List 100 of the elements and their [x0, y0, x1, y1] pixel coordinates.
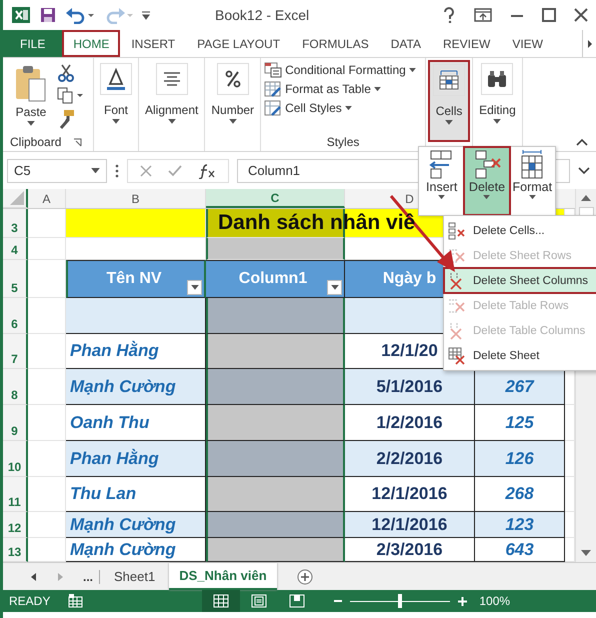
group-dropdown-button[interactable]: Number [208, 61, 258, 136]
collapse-ribbon-icon[interactable] [576, 138, 588, 146]
styles-menu-button[interactable]: Format as Table [264, 81, 422, 97]
caret-icon [445, 120, 454, 125]
group-dropdown-button[interactable]: Font [97, 61, 135, 136]
caret-icon [493, 119, 502, 124]
check-icon[interactable] [168, 164, 182, 176]
filter-button[interactable] [327, 280, 342, 295]
ribbon-tab[interactable]: FILE [3, 30, 62, 57]
column-header[interactable]: A [28, 189, 66, 208]
close-icon[interactable] [574, 8, 588, 22]
grid-cell [565, 405, 575, 441]
row-number[interactable]: 4 [3, 238, 28, 260]
delete-cells-icon [448, 222, 466, 240]
row-number[interactable]: 13 [3, 538, 28, 562]
sheet-tab[interactable]: Sheet1 [104, 563, 166, 590]
filter-button[interactable] [187, 280, 202, 295]
row-number[interactable]: 10 [3, 441, 28, 477]
up-arrow-icon[interactable] [581, 195, 591, 201]
row-number[interactable]: 7 [3, 334, 28, 369]
page-break-icon [289, 594, 306, 608]
caret-icon [27, 121, 35, 126]
more-icon [115, 164, 119, 178]
caret-icon [408, 68, 416, 72]
table-cell: 5/1/2016 [345, 369, 475, 405]
ribbon-button[interactable]: Editing [476, 61, 519, 141]
name-box[interactable]: C5 [7, 158, 107, 182]
table-cell: Mạnh Cường [66, 369, 206, 405]
binoculars-icon [486, 69, 508, 89]
corner-triangle-icon [10, 191, 24, 205]
zoom-in-icon[interactable] [458, 596, 468, 606]
sheet-tab[interactable]: DS_Nhân viên [169, 563, 277, 590]
header-label: Ngày b [382, 270, 436, 288]
percent-icon [222, 69, 243, 89]
ribbon-tab[interactable]: DATA [380, 30, 432, 57]
ribbon-tab[interactable]: PAGE LAYOUT [186, 30, 292, 57]
caret-icon [344, 106, 352, 110]
zoom-level[interactable]: 100% [479, 594, 510, 608]
page-layout-icon [251, 594, 268, 608]
row-number[interactable]: 5 [3, 260, 28, 298]
view-button[interactable] [202, 590, 240, 612]
maximize-icon[interactable] [542, 8, 556, 22]
cell-styles-icon [264, 100, 282, 116]
zoom-out-icon[interactable] [334, 597, 342, 605]
ribbon-tab[interactable]: REVIEW [432, 30, 502, 57]
ribbon-tab[interactable]: FORMULAS [291, 30, 380, 57]
ribbon-display-icon[interactable] [474, 8, 492, 22]
save-icon[interactable] [39, 6, 57, 24]
ribbon-tab[interactable]: VIEW [501, 30, 554, 57]
dialog-launcher-icon[interactable] [73, 138, 82, 146]
caret-icon [112, 119, 120, 124]
row-number[interactable]: 12 [3, 512, 28, 538]
caret-icon [374, 86, 381, 92]
undo-icon[interactable] [65, 6, 95, 24]
select-all-button[interactable] [3, 189, 28, 208]
row-number[interactable]: 6 [3, 298, 28, 334]
table-cell: 643 [475, 538, 565, 562]
grid-icon [213, 594, 230, 608]
group-dropdown-button[interactable]: Alignment [142, 61, 202, 136]
expand-icon[interactable] [578, 166, 590, 174]
table-cell: 268 [475, 477, 565, 512]
menu-item[interactable]: Delete Cells... [444, 218, 596, 243]
copy-icon[interactable] [56, 87, 84, 105]
row-number[interactable]: 9 [3, 405, 28, 441]
grid-cell [565, 441, 575, 477]
ribbon-tab[interactable]: INSERT [120, 30, 186, 57]
caret-icon [91, 168, 100, 174]
row-number[interactable]: 11 [3, 477, 28, 512]
table-cell: Phan Hằng [66, 441, 206, 477]
styles-menu-button[interactable]: Conditional Formatting [264, 62, 422, 78]
styles-menu-button[interactable]: Cell Styles [264, 100, 422, 116]
column-header[interactable]: C [206, 189, 345, 208]
table-cell: 12/1/2016 [345, 512, 475, 538]
grid-cell [28, 334, 66, 369]
row-number[interactable]: 8 [3, 369, 28, 405]
table-cell: Thu Lan [66, 477, 206, 512]
paste-button[interactable]: Paste [10, 61, 52, 133]
header-label: Column1 [238, 270, 308, 288]
new-sheet-icon[interactable] [296, 568, 313, 584]
row-number[interactable]: 3 [3, 209, 28, 238]
group-label: Styles [326, 135, 360, 149]
table-style-icon [264, 81, 282, 97]
down-arrow-icon[interactable] [581, 550, 591, 556]
function-icon[interactable] [198, 162, 216, 178]
more-sheets-button[interactable]: ... [83, 570, 100, 584]
scissors-icon[interactable] [56, 63, 76, 83]
ribbon-button[interactable]: Cells [429, 61, 470, 141]
slider-thumb[interactable] [398, 594, 402, 608]
previous-sheet-icon[interactable] [31, 572, 37, 580]
ribbon-tab[interactable]: HOME [62, 30, 120, 57]
window-title: Book12 - Excel [215, 7, 310, 23]
caret-icon [528, 195, 536, 200]
grid-cell [28, 405, 66, 441]
grid-cell [28, 441, 66, 477]
menu-item[interactable]: Delete Sheet Columns [444, 268, 596, 293]
table-cell: Mạnh Cường [66, 512, 206, 538]
help-icon[interactable] [442, 7, 456, 23]
macro-recording-icon[interactable] [68, 594, 84, 608]
customize-icon[interactable] [141, 9, 151, 21]
gallery-button[interactable]: Delete [464, 147, 510, 215]
